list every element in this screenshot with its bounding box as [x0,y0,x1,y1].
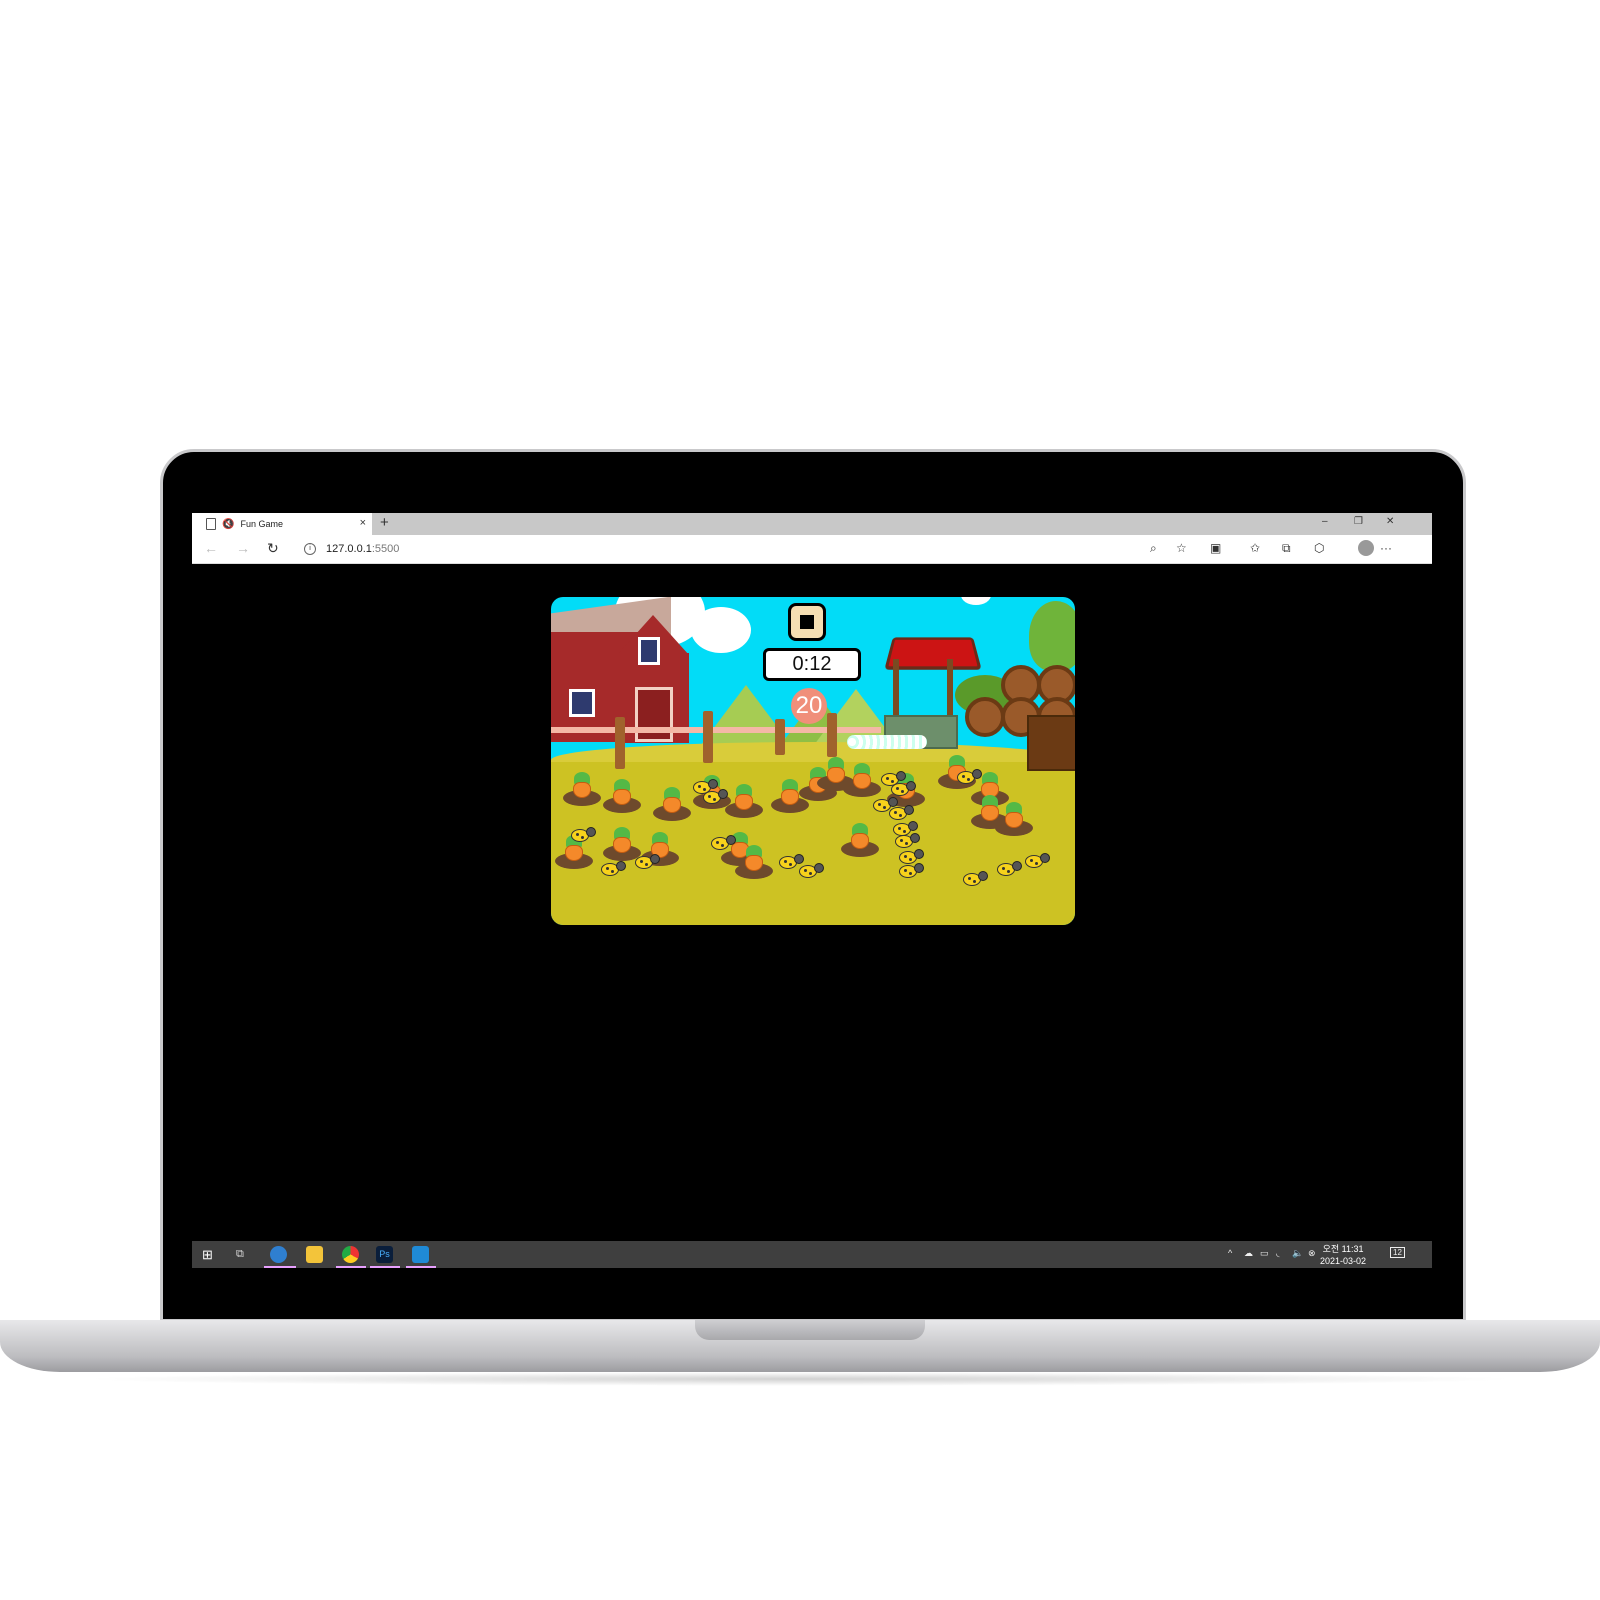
favorites-icon[interactable]: ✩ [1250,541,1260,555]
chevron-up-icon[interactable]: ^ [1228,1248,1232,1258]
barn-window [569,689,595,717]
bug[interactable] [571,825,597,843]
laptop-shadow [80,1372,1520,1386]
carrot[interactable] [611,827,633,853]
volume-icon[interactable]: 🔈 [1292,1248,1303,1259]
clock-date: 2021-03-02 [1320,1256,1367,1266]
stop-button[interactable] [788,603,826,641]
restore-button[interactable]: ❐ [1354,516,1363,527]
fence-post [615,717,625,769]
refresh-button[interactable]: ↻ [267,540,279,557]
address-input[interactable]: i 127.0.0.1 :5500 [304,539,1364,559]
carrot[interactable] [979,795,1001,821]
cloud-icon[interactable]: ☁ [1244,1248,1253,1259]
carrot[interactable] [851,763,873,789]
wifi-icon[interactable]: ◟ [1276,1248,1280,1259]
fence-post [775,719,785,755]
laptop-notch [695,1320,925,1340]
address-toolbar: ← → ↻ i 127.0.0.1 :5500 ⌕ ☆ ▣ ✩ ⧉ ⬡ ··· [192,535,1432,564]
minimize-button[interactable]: – [1322,516,1328,527]
vscode-active-indicator [406,1266,436,1268]
game-area[interactable]: 0:12 20 [551,597,1075,925]
tab-close-button[interactable]: × [360,517,366,529]
barn-loft-window [638,637,660,665]
url-host: 127.0.0.1 [326,543,372,555]
settings-more-button[interactable]: ··· [1380,541,1392,555]
taskbar: ⊞ ⧉ Ps ^ ☁ ▭ ◟ 🔈 ⊗ 오전 11:31 2021-03-02 1… [192,1241,1432,1268]
battery-icon[interactable]: ▭ [1260,1248,1269,1259]
vscode-icon[interactable] [412,1246,429,1263]
bug[interactable] [963,869,989,887]
fence-post [703,711,713,763]
flowers [847,735,927,749]
clock-time: 오전 11:31 [1322,1244,1364,1254]
url-port: :5500 [371,543,400,555]
carrot[interactable] [733,784,755,810]
bug[interactable] [799,861,825,879]
collections-icon[interactable]: ⧉ [1282,541,1291,556]
tab-fun-game[interactable]: 🔇 Fun Game × [192,513,372,535]
tab-title: Fun Game [240,519,283,529]
photoshop-active-indicator [370,1266,400,1268]
system-clock[interactable]: 오전 11:31 2021-03-02 [1320,1243,1366,1267]
well-post [893,659,899,719]
tab-bar: 🔇 Fun Game × + – ❐ ✕ [192,513,1432,535]
bug[interactable] [703,787,729,805]
page-icon [206,518,216,530]
new-tab-button[interactable]: + [380,514,389,531]
bug[interactable] [635,852,661,870]
bug[interactable] [711,833,737,851]
carrot[interactable] [611,779,633,805]
zoom-icon[interactable]: ⌕ [1150,541,1157,556]
cloud [691,607,751,653]
edge-icon[interactable] [270,1246,287,1263]
carrot[interactable] [825,757,847,783]
task-view-icon[interactable]: ⧉ [236,1246,253,1263]
apple-tree [1029,601,1075,671]
crate [1027,715,1075,771]
well-post [947,659,953,719]
close-window-button[interactable]: ✕ [1386,516,1394,527]
barn-door [635,687,673,742]
carrot[interactable] [779,779,801,805]
chrome-active-indicator [336,1266,366,1268]
carrot[interactable] [849,823,871,849]
bug[interactable] [601,859,627,877]
log [965,697,1005,737]
photoshop-icon[interactable]: Ps [376,1246,393,1263]
notification-center-button[interactable]: 12 [1390,1247,1405,1258]
fence-post [827,713,837,757]
back-button[interactable]: ← [204,540,218,556]
status-icon[interactable]: ⊗ [1308,1248,1316,1259]
bug[interactable] [997,859,1023,877]
profile-avatar[interactable] [1358,540,1374,556]
carrot[interactable] [743,845,765,871]
muted-speaker-icon[interactable]: 🔇 [222,519,234,530]
extensions-icon[interactable]: ⬡ [1314,541,1324,555]
immersive-reader-icon[interactable]: ▣ [1210,541,1221,555]
site-info-icon[interactable]: i [304,543,316,555]
edge-active-indicator [264,1266,296,1268]
bug[interactable] [1025,851,1051,869]
add-favorite-icon[interactable]: ☆ [1176,541,1187,555]
carrot-counter: 20 [791,688,827,724]
file-explorer-icon[interactable] [306,1246,323,1263]
carrot[interactable] [1003,802,1025,828]
game-timer: 0:12 [763,648,861,681]
carrot[interactable] [661,787,683,813]
screen: 🔇 Fun Game × + – ❐ ✕ ← → ↻ i 127.0.0.1 :… [192,513,1432,1289]
start-icon[interactable]: ⊞ [202,1246,219,1263]
cloud [961,597,991,605]
forward-button[interactable]: → [236,540,250,556]
bug[interactable] [957,767,983,785]
carrot[interactable] [571,772,593,798]
chrome-icon[interactable] [342,1246,359,1263]
stop-icon [800,615,814,629]
bug[interactable] [899,861,925,879]
